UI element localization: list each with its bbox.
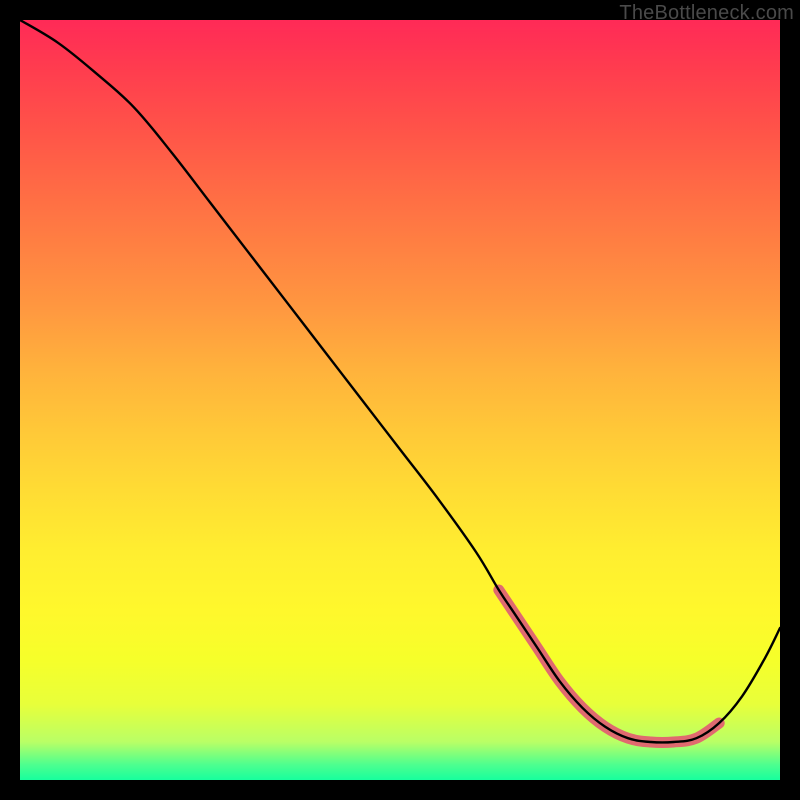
curve-line-path	[20, 20, 780, 743]
chart-plot-area	[20, 20, 780, 780]
chart-stage: TheBottleneck.com	[0, 0, 800, 800]
attribution-text: TheBottleneck.com	[619, 2, 794, 25]
highlight-band-path	[499, 590, 719, 743]
chart-svg	[20, 20, 780, 780]
